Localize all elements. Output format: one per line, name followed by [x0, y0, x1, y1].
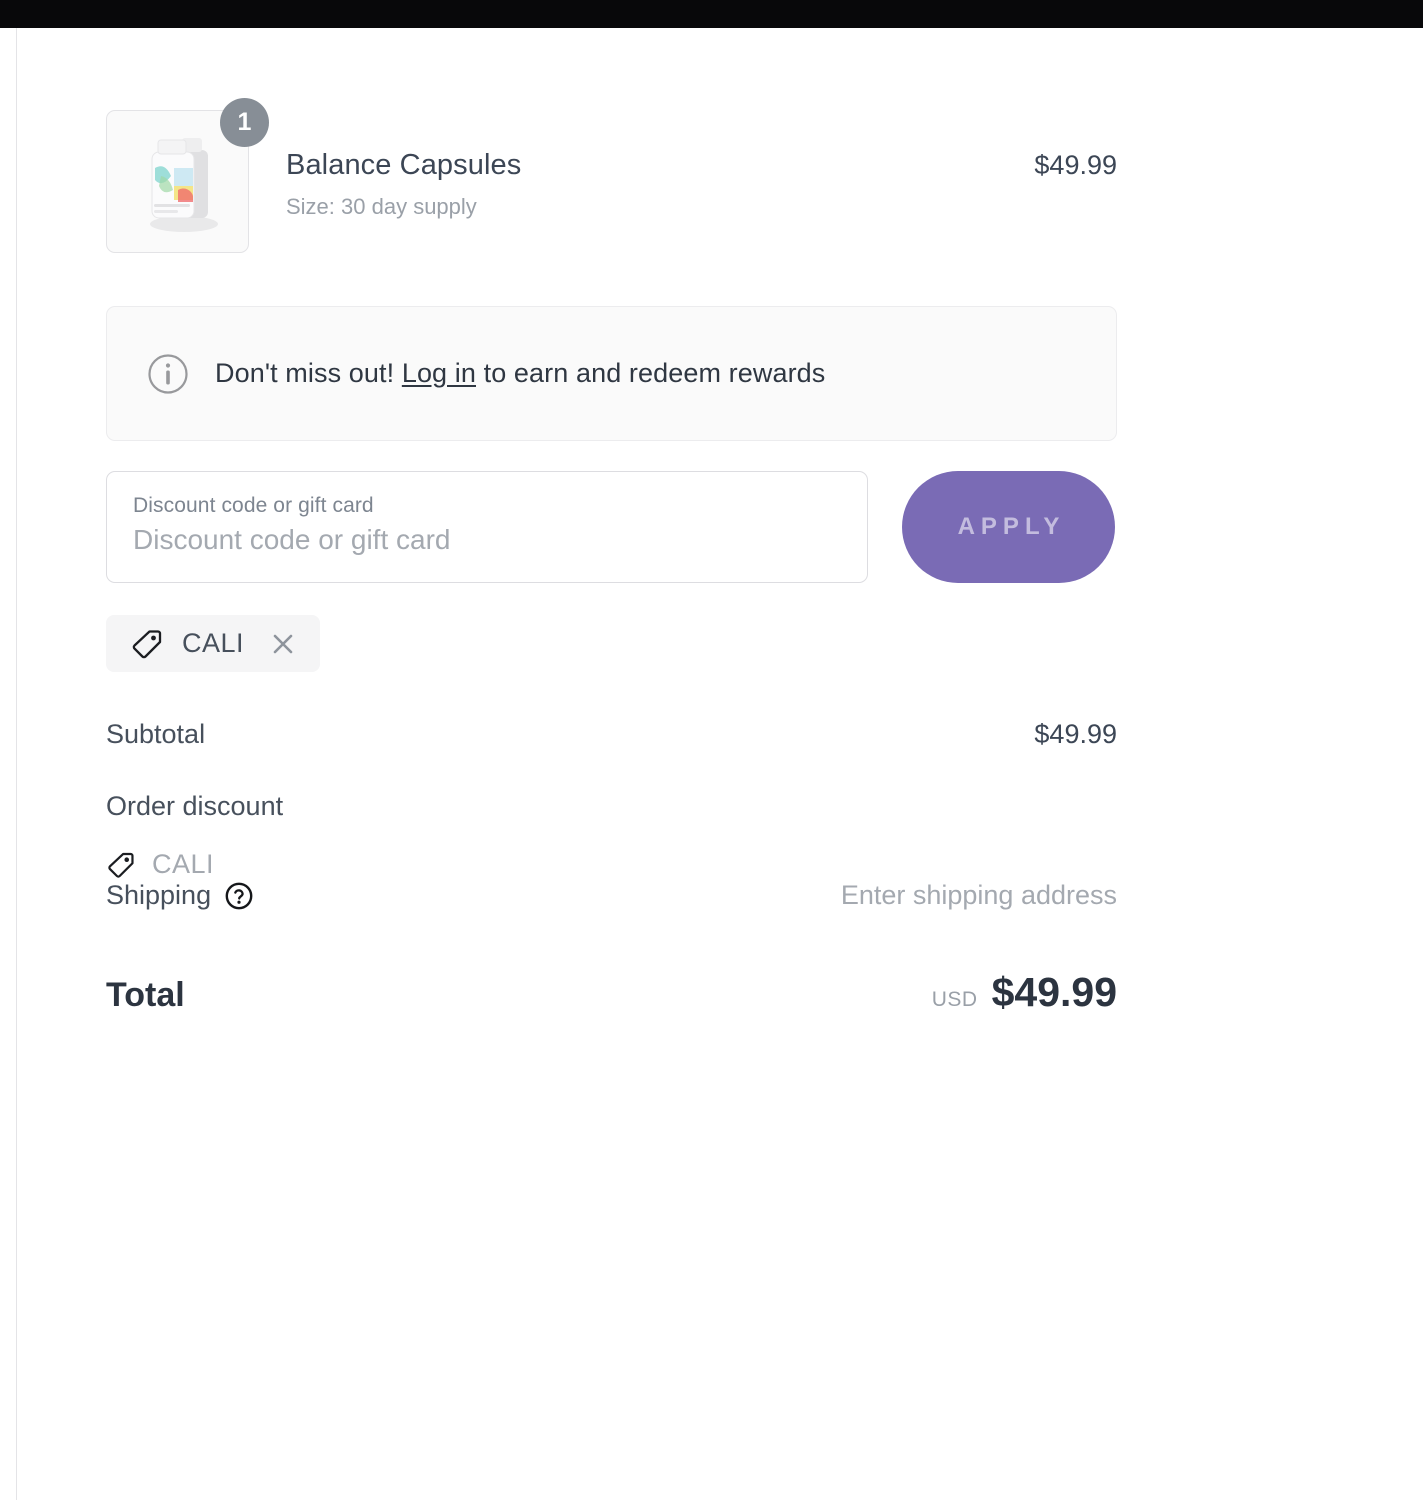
login-link[interactable]: Log in [402, 358, 476, 388]
applied-discount-code: CALI [182, 628, 245, 658]
total-currency: USD [931, 988, 978, 1011]
rewards-text-before: Don't miss out! [215, 358, 402, 388]
rewards-text-after: to earn and redeem rewards [476, 358, 826, 388]
subtotal-value: $49.99 [1034, 719, 1117, 749]
tag-icon [132, 629, 162, 658]
discount-field-label: Discount code or gift card [133, 494, 374, 517]
order-summary-panel: 1 Balance Capsules Size: 30 day supply $… [17, 28, 1423, 1500]
total-amount-wrap: USD $49.99 [932, 969, 1117, 1016]
subtotal-label: Subtotal [106, 719, 206, 749]
quantity-badge: 1 [220, 98, 269, 147]
applied-discount-pill: CALI [106, 615, 321, 672]
remove-discount-button[interactable] [268, 629, 298, 659]
discount-field-wrapper[interactable]: Discount code or gift card [106, 471, 868, 583]
product-thumbnail-wrap: 1 [106, 98, 269, 253]
order-discount-code-row: CALI [106, 849, 1117, 880]
close-icon [273, 634, 293, 653]
tag-icon [108, 852, 134, 878]
subtotal-row: Subtotal $49.99 [106, 719, 1117, 750]
total-amount: $49.99 [991, 969, 1117, 1015]
product-title: Balance Capsules [286, 149, 522, 181]
product-variant: Size: 30 day supply [286, 194, 477, 220]
order-totals: Subtotal $49.99 Order discount CALI Ship… [106, 719, 1117, 1016]
rewards-banner: Don't miss out! Log in to earn and redee… [106, 306, 1117, 441]
info-circle-icon [148, 353, 188, 394]
product-price: $49.99 [1034, 150, 1117, 180]
total-label: Total [106, 976, 185, 1014]
shipping-label: Shipping [106, 880, 212, 910]
order-discount-code: CALI [152, 849, 215, 879]
applied-discounts-row: CALI [106, 615, 1117, 672]
shipping-value: Enter shipping address [840, 880, 1117, 910]
question-circle-icon[interactable] [225, 882, 253, 910]
order-discount-label: Order discount [106, 791, 284, 821]
rewards-banner-text: Don't miss out! Log in to earn and redee… [215, 358, 825, 389]
order-discount-row: Order discount [106, 791, 1117, 822]
browser-top-bar [0, 0, 1423, 28]
discount-entry-row: Discount code or gift card APPLY [106, 471, 1117, 583]
supplement-bottle-icon [149, 137, 218, 232]
grand-total-row: Total USD $49.99 [106, 969, 1117, 1016]
shipping-row: Shipping Enter shipping address [106, 880, 1117, 911]
discount-code-input[interactable] [133, 524, 833, 556]
product-info: Balance Capsules Size: 30 day supply [286, 110, 1034, 221]
apply-discount-button[interactable]: APPLY [902, 471, 1115, 583]
cart-line-item: 1 Balance Capsules Size: 30 day supply $… [106, 98, 1117, 260]
shipping-label-wrap: Shipping [106, 880, 253, 911]
